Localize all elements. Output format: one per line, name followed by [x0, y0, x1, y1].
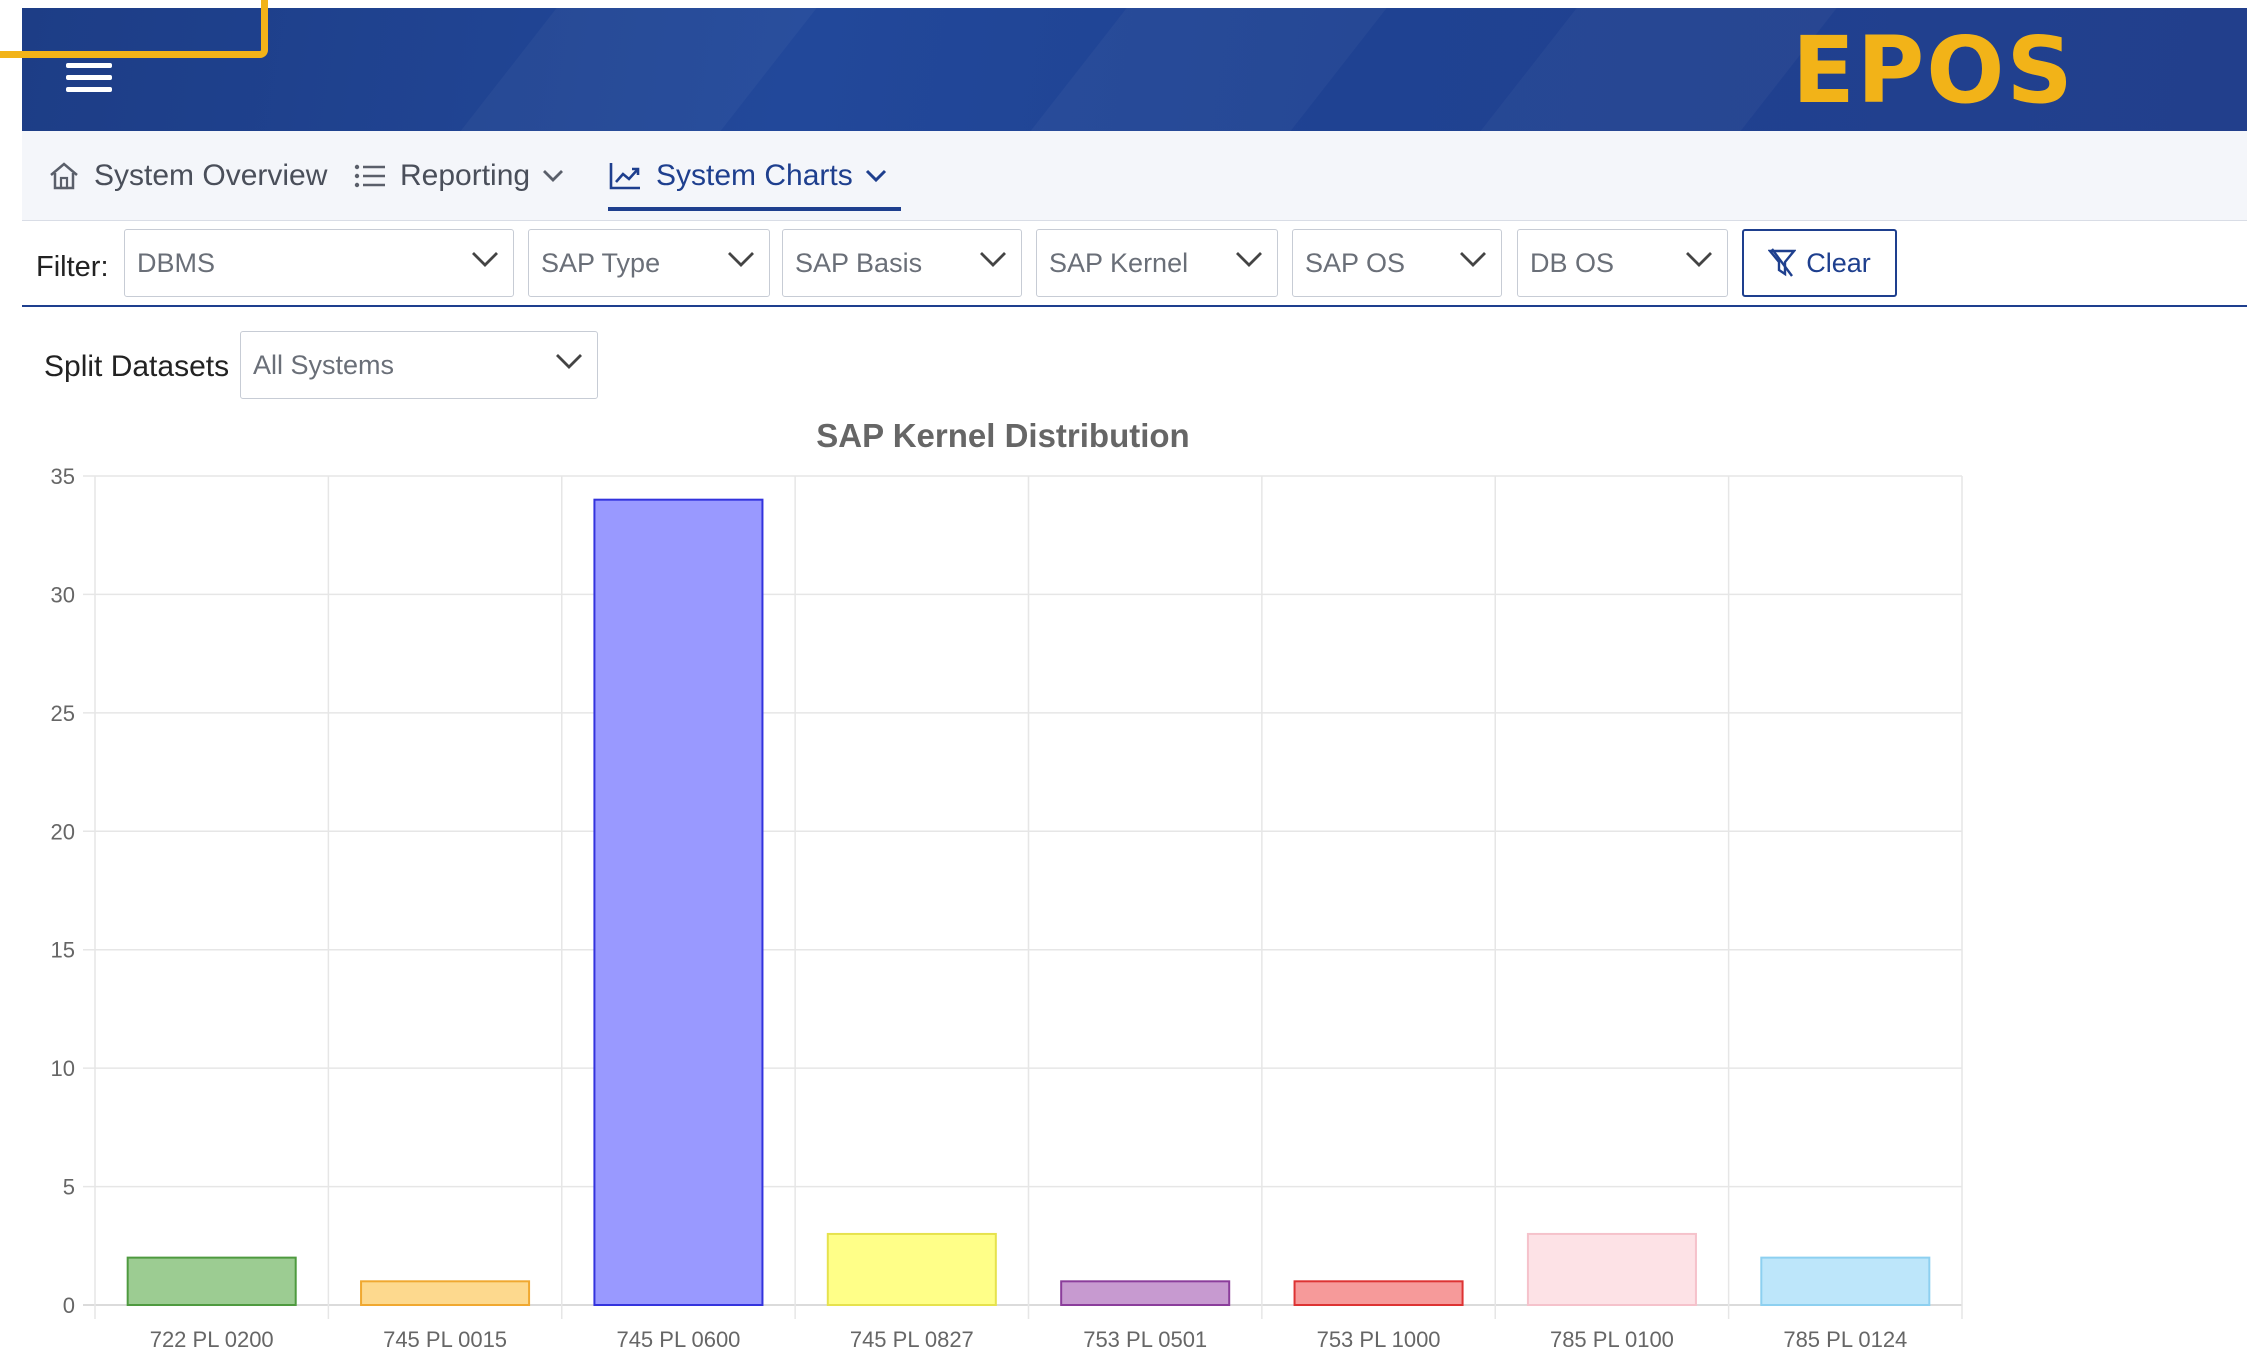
kernel-distribution-chart: SAP Kernel Distribution 0 5 10 15 20 25 30 35 7…: [51, 417, 1963, 1348]
chart-line-icon: [609, 163, 640, 190]
filter-label: Filter:: [36, 251, 109, 283]
bar: [826, 1232, 997, 1307]
nav-reporting[interactable]: Reporting: [354, 131, 564, 221]
x-tick-label: 785 PL 0100: [1550, 1327, 1674, 1348]
y-tick-label: 15: [51, 938, 75, 963]
bar: [360, 1280, 531, 1306]
sap-basis-select[interactable]: SAP Basis: [782, 229, 1022, 297]
chevron-down-icon: [1236, 252, 1262, 267]
chevron-down-icon: [472, 252, 498, 267]
split-datasets-select[interactable]: All Systems: [240, 331, 598, 399]
x-tick-label: 753 PL 0501: [1083, 1327, 1207, 1348]
y-tick-label: 25: [51, 701, 75, 726]
y-tick-label: 30: [51, 582, 75, 607]
main-nav: System Overview Reporting System Charts: [22, 131, 2247, 221]
nav-label: Reporting: [400, 159, 531, 192]
chevron-down-icon: [865, 169, 886, 183]
chart-title: SAP Kernel Distribution: [816, 417, 1189, 454]
epos-logo[interactable]: EPOS: [1792, 25, 2075, 117]
chevron-down-icon: [980, 252, 1006, 267]
nav-label: System Overview: [94, 159, 328, 192]
chevron-down-icon: [556, 354, 582, 369]
sap-kernel-select[interactable]: SAP Kernel: [1036, 229, 1278, 297]
chevron-down-icon: [1686, 252, 1712, 267]
nav-system-charts[interactable]: System Charts: [608, 131, 901, 221]
select-placeholder: SAP Type: [541, 247, 661, 278]
x-tick-label: 722 PL 0200: [150, 1327, 274, 1348]
y-tick-label: 10: [51, 1056, 75, 1081]
split-datasets-label: Split Datasets: [44, 350, 230, 383]
y-tick-label: 35: [51, 464, 75, 489]
bar: [1760, 1256, 1931, 1307]
x-tick-label: 745 PL 0600: [616, 1327, 740, 1348]
dbms-select[interactable]: DBMS: [124, 229, 514, 297]
bar: [593, 498, 764, 1306]
chevron-down-icon: [543, 170, 564, 182]
select-placeholder: DB OS: [1530, 247, 1615, 278]
bar: [1526, 1232, 1697, 1307]
nav-label: System Charts: [656, 159, 853, 192]
chevron-down-icon: [1460, 252, 1486, 267]
bar: [1060, 1280, 1231, 1306]
filter-bar: Filter: DBMS SAP Type SAP Basis SAP Kern…: [22, 221, 2247, 307]
filter-clear-icon: [1768, 248, 1797, 277]
select-placeholder: SAP OS: [1305, 247, 1406, 278]
select-placeholder: DBMS: [137, 247, 216, 278]
home-icon: [50, 162, 78, 190]
x-tick-label: 745 PL 0015: [383, 1327, 507, 1348]
x-tick-label: 785 PL 0124: [1783, 1327, 1907, 1348]
bar: [126, 1256, 297, 1307]
chevron-down-icon: [728, 252, 754, 267]
y-tick-label: 20: [51, 819, 75, 844]
select-placeholder: SAP Kernel: [1049, 247, 1189, 278]
nav-system-overview[interactable]: System Overview: [48, 131, 327, 221]
select-value: All Systems: [253, 349, 395, 380]
hamburger-menu-icon[interactable]: [66, 63, 112, 93]
db-os-select[interactable]: DB OS: [1517, 229, 1728, 297]
y-tick-label: 0: [63, 1293, 75, 1318]
header-banner: EPOS: [22, 8, 2247, 131]
clear-filters-button[interactable]: Clear: [1742, 229, 1897, 297]
clear-label: Clear: [1806, 247, 1871, 278]
x-tick-label: 753 PL 1000: [1317, 1327, 1441, 1348]
x-tick-label: 745 PL 0827: [850, 1327, 974, 1348]
select-placeholder: SAP Basis: [795, 247, 923, 278]
list-icon: [354, 164, 385, 188]
bar: [1293, 1280, 1464, 1306]
sap-type-select[interactable]: SAP Type: [528, 229, 770, 297]
sap-os-select[interactable]: SAP OS: [1292, 229, 1502, 297]
y-tick-label: 5: [63, 1175, 75, 1200]
